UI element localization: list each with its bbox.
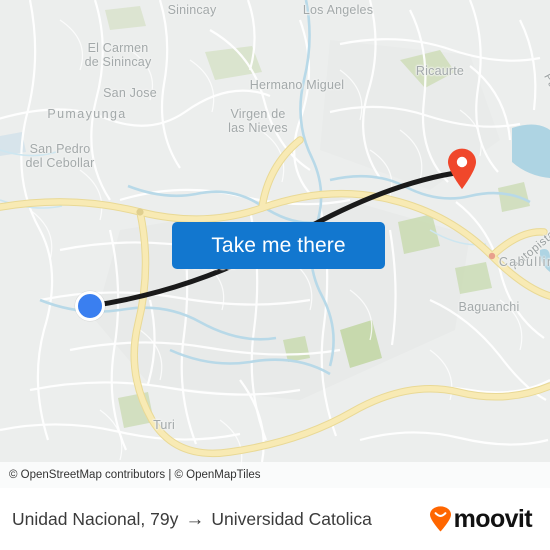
origin-marker[interactable] <box>75 291 105 321</box>
take-me-there-button[interactable]: Take me there <box>172 222 385 269</box>
attribution-text[interactable]: © OpenStreetMap contributors | © OpenMap… <box>9 469 261 481</box>
map-attribution: © OpenStreetMap contributors | © OpenMap… <box>0 462 550 488</box>
map-canvas[interactable]: Sinincay Los Angeles El Carmen de Sinincay… <box>0 0 550 488</box>
arrow-icon: → <box>185 508 205 530</box>
trip-footer: Unidad Nacional, 79y → Universidad Catol… <box>0 488 550 550</box>
destination-marker[interactable] <box>447 148 477 190</box>
trip-origin: Unidad Nacional, 79y <box>12 508 179 529</box>
moovit-logo[interactable]: moovit <box>429 504 533 533</box>
trip-summary: Unidad Nacional, 79y → Universidad Catol… <box>12 509 372 530</box>
trip-destination: Universidad Catolica <box>211 508 372 529</box>
moovit-pin-icon <box>429 506 452 532</box>
moovit-trip-map-screen: Sinincay Los Angeles El Carmen de Sinincay… <box>0 0 550 550</box>
moovit-wordmark: moovit <box>453 504 533 533</box>
take-me-there-label: Take me there <box>211 233 346 257</box>
